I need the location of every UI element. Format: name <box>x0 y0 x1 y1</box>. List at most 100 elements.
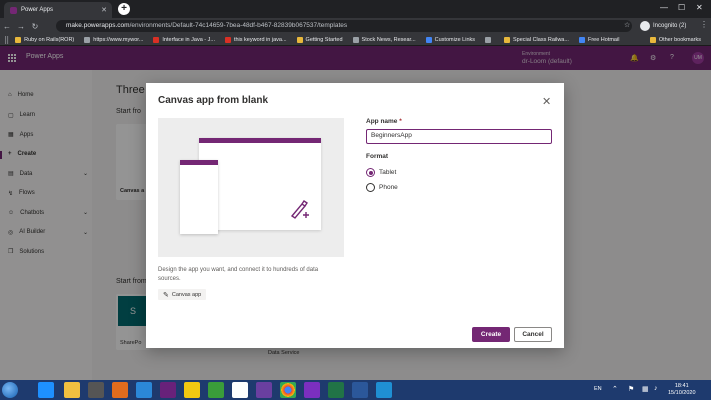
bookmark-item[interactable]: Interface in Java - J... <box>153 36 215 43</box>
tab-title: Power Apps <box>21 7 54 13</box>
bookmark-icon <box>296 36 303 43</box>
media-player-icon[interactable] <box>88 382 104 398</box>
system-clock[interactable]: 18:41 15/10/2020 <box>668 383 696 397</box>
powerapps-favicon-icon <box>10 6 17 14</box>
network-icon[interactable]: ▦ <box>642 385 649 393</box>
bookmark-icon <box>224 36 231 43</box>
incognito-icon <box>640 21 650 31</box>
flag-icon[interactable]: ⚑ <box>628 385 634 393</box>
maximize-icon[interactable]: ☐ <box>678 3 685 12</box>
reload-icon[interactable]: ↻ <box>28 22 42 31</box>
other-bookmarks-label: Other bookmarks <box>658 36 701 43</box>
clock-time: 18:41 <box>674 383 689 389</box>
clock-date: 15/10/2020 <box>668 390 696 396</box>
dialog-description: Design the app you want, and connect it … <box>158 267 319 282</box>
app-icon-white[interactable] <box>232 382 248 398</box>
tray-chevron-icon[interactable]: ⌃ <box>612 385 618 393</box>
excel-icon[interactable] <box>328 382 344 398</box>
bookmark-label: Getting Started <box>305 36 343 43</box>
bookmark-label: Interface in Java - J... <box>162 36 215 43</box>
star-icon[interactable]: ☆ <box>624 21 630 29</box>
pencil-icon: ✎ <box>163 291 169 299</box>
folder-icon <box>649 36 656 43</box>
canvas-app-chip: ✎ Canvas app <box>158 289 207 300</box>
bookmark-item[interactable]: Free Hotmail <box>578 36 620 43</box>
visual-studio-icon[interactable] <box>160 382 176 398</box>
app-icon-blue[interactable] <box>376 382 392 398</box>
menu-icon[interactable]: ⋮ <box>700 20 708 29</box>
phone-radio[interactable] <box>366 183 375 192</box>
format-option-tablet[interactable]: Tablet <box>366 168 396 177</box>
dialog-title: Canvas app from blank <box>158 95 269 106</box>
bookmark-icon <box>15 36 22 43</box>
format-option-phone[interactable]: Phone <box>366 183 398 192</box>
bookmark-label: Stock News, Resear... <box>361 36 416 43</box>
create-button[interactable]: Create <box>472 327 510 342</box>
bookmark-icon <box>352 36 359 43</box>
close-icon[interactable]: ✕ <box>542 95 551 108</box>
app-name-input[interactable]: BeginnersApp <box>366 129 552 144</box>
apps-grid-icon[interactable]: ⣿ <box>4 36 9 44</box>
bookmark-icon <box>504 36 511 43</box>
format-label: Format <box>366 153 389 160</box>
canvas-app-dialog: Canvas app from blank ✕ Design the app y… <box>146 83 564 348</box>
volume-icon[interactable]: ♪ <box>654 385 658 392</box>
bookmark-item[interactable] <box>485 36 494 43</box>
bookmark-label: Special Class Railwa... <box>513 36 569 43</box>
internet-explorer-icon[interactable] <box>38 382 54 398</box>
close-window-icon[interactable]: ✕ <box>696 3 703 12</box>
browser-tab-strip: Power Apps ✕ + — ☐ ✕ <box>0 0 711 18</box>
folder-icon[interactable] <box>184 382 200 398</box>
bookmark-icon <box>153 36 160 43</box>
bookmarks-bar: ⣿ Ruby on Rails(ROR) https://www.mywor...… <box>0 34 711 46</box>
other-bookmarks[interactable]: Other bookmarks <box>649 36 701 43</box>
canvas-preview-illustration <box>158 118 344 257</box>
phone-label: Phone <box>379 184 398 191</box>
bookmark-item[interactable]: https://www.mywor... <box>84 36 143 43</box>
bookmark-item[interactable]: Customize Links <box>425 36 476 43</box>
word-icon[interactable] <box>352 382 368 398</box>
tablet-label: Tablet <box>379 169 397 176</box>
vscode-icon[interactable] <box>136 382 152 398</box>
profile-button[interactable]: Incognito (2) <box>640 21 686 31</box>
forward-icon[interactable]: → <box>14 22 28 31</box>
browser-tab[interactable]: Power Apps ✕ <box>4 2 112 18</box>
profile-label: Incognito (2) <box>653 23 687 29</box>
bookmark-item[interactable]: Ruby on Rails(ROR) <box>15 36 75 43</box>
file-explorer-icon[interactable] <box>64 382 80 398</box>
bookmark-item[interactable]: Special Class Railwa... <box>504 36 569 43</box>
start-button-icon[interactable] <box>2 382 18 398</box>
address-bar-row: ← → ↻ make.powerapps.com/environments/De… <box>0 18 711 34</box>
outlook-icon[interactable] <box>112 382 128 398</box>
bookmark-icon <box>425 36 432 43</box>
url-domain: make.powerapps.com <box>66 22 130 29</box>
url-path: /environments/Default-74c14659-7bea-48df… <box>129 22 348 29</box>
new-tab-button[interactable]: + <box>118 3 130 15</box>
cancel-button[interactable]: Cancel <box>514 327 552 342</box>
bookmark-icon <box>578 36 585 43</box>
phone-frame <box>180 160 218 234</box>
bookmark-label: Ruby on Rails(ROR) <box>24 36 75 43</box>
minimize-icon[interactable]: — <box>660 3 668 12</box>
app-icon-purple[interactable] <box>256 382 272 398</box>
back-icon[interactable]: ← <box>0 22 14 31</box>
bookmark-item[interactable]: Getting Started <box>296 36 343 43</box>
close-tab-icon[interactable]: ✕ <box>101 6 107 14</box>
bookmark-label: Customize Links <box>434 36 476 43</box>
url-bar[interactable]: make.powerapps.com/environments/Default-… <box>56 20 632 32</box>
app-icon-green[interactable] <box>208 382 224 398</box>
bookmark-icon <box>84 36 91 43</box>
app-icon-violet[interactable] <box>304 382 320 398</box>
bookmark-label: Free Hotmail <box>587 36 620 43</box>
tablet-radio[interactable] <box>366 168 375 177</box>
bookmark-label: this keyword in java... <box>233 36 287 43</box>
language-indicator[interactable]: EN <box>594 386 602 392</box>
pen-plus-icon <box>290 200 309 219</box>
windows-taskbar: EN ⌃ ⚑ ▦ ♪ 18:41 15/10/2020 <box>0 380 711 400</box>
bookmark-item[interactable]: this keyword in java... <box>224 36 287 43</box>
bookmark-item[interactable]: Stock News, Resear... <box>352 36 416 43</box>
chip-label: Canvas app <box>171 291 202 298</box>
chrome-icon[interactable] <box>280 382 296 398</box>
app-name-label: App name * <box>366 118 402 125</box>
bookmark-icon <box>485 36 492 43</box>
